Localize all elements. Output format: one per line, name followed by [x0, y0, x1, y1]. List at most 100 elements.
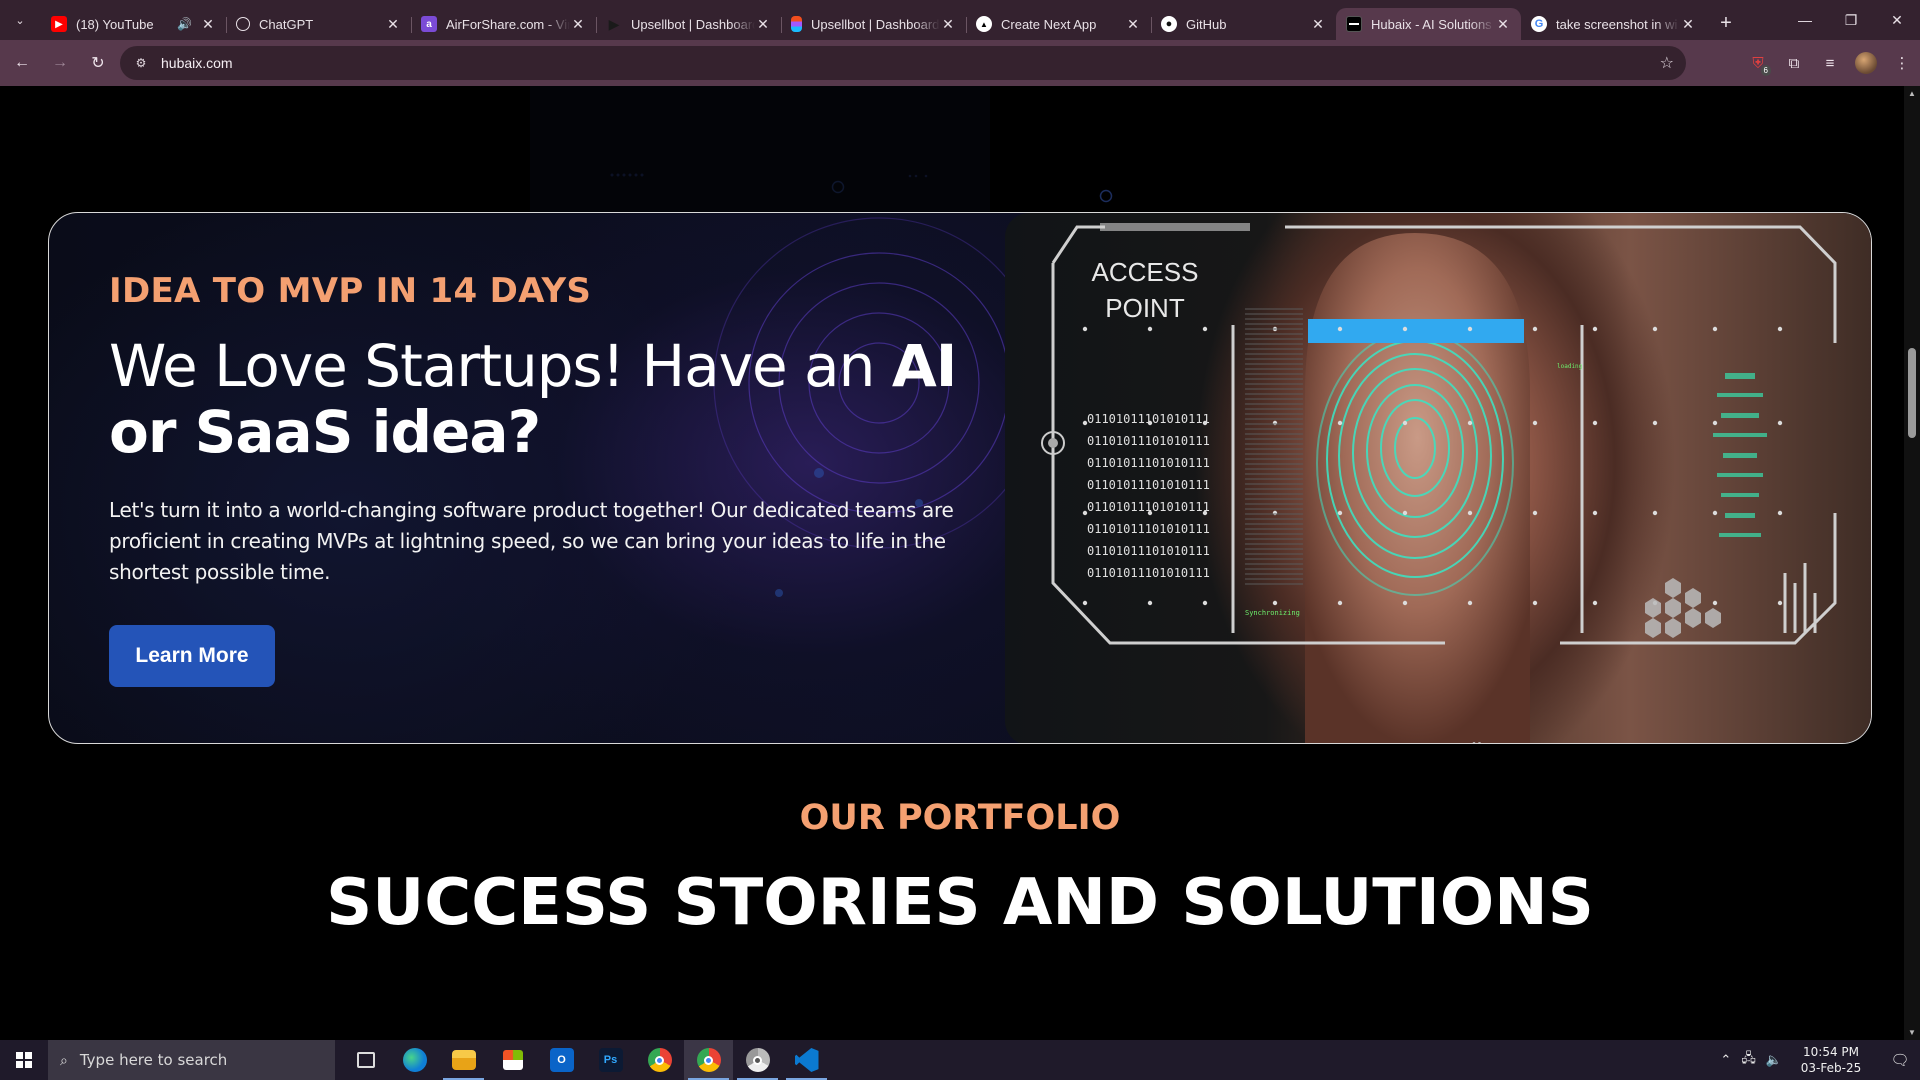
- tab-title: Upsellbot | Dashboard: [811, 16, 940, 32]
- notifications-button[interactable]: 🗨: [1880, 1040, 1920, 1080]
- scrollbar-thumb[interactable]: [1908, 348, 1916, 438]
- chevron-up-icon[interactable]: ⌃: [1720, 1052, 1731, 1068]
- extension-button[interactable]: ⛨ 6: [1740, 46, 1776, 80]
- task-view-button[interactable]: [341, 1040, 390, 1080]
- scroll-down-icon[interactable]: ▼: [1908, 1028, 1916, 1037]
- reload-button[interactable]: ↻: [82, 47, 114, 79]
- taskbar-search-placeholder: Type here to search: [79, 1051, 228, 1069]
- taskbar-clock[interactable]: 10:54 PM 03-Feb-25: [1792, 1044, 1870, 1076]
- forward-button[interactable]: →: [44, 47, 76, 79]
- background-decoration: [530, 86, 1113, 216]
- fingerprint-hud-illustration: ACCESS POINT 01101011101010111 0110101110…: [1041, 223, 1837, 743]
- bookmark-star-icon[interactable]: ☆: [1660, 53, 1674, 73]
- chrome-profile-icon: [696, 1048, 721, 1072]
- tab-github[interactable]: ● GitHub ✕: [1151, 8, 1336, 40]
- github-icon: ●: [1161, 16, 1177, 32]
- hud-binary-line: 01101011101010111: [1087, 522, 1210, 536]
- tab-title: ChatGPT: [259, 16, 314, 32]
- restore-button[interactable]: ❐: [1828, 0, 1874, 40]
- tab-upsellbot-1[interactable]: ▶ Upsellbot | Dashboard ✕: [596, 8, 781, 40]
- site-info-icon[interactable]: ⚙: [130, 52, 152, 74]
- media-queue-icon: ≡: [1825, 54, 1835, 72]
- hud-binary-line: 01101011101010111: [1087, 434, 1210, 448]
- close-icon[interactable]: ✕: [1125, 16, 1141, 32]
- taskbar-chrome[interactable]: [635, 1040, 684, 1080]
- headline-regular-text: We Love Startups! Have an: [109, 332, 892, 400]
- taskbar-outlook[interactable]: O: [537, 1040, 586, 1080]
- tab-youtube[interactable]: ▶ (18) YouTube 🔊 ✕: [41, 8, 226, 40]
- more-vertical-icon: ⋮: [1894, 55, 1910, 72]
- hud-binary-line: 01101011101010111: [1087, 566, 1210, 580]
- hud-loading-text: loading: [1557, 363, 1583, 370]
- tab-title: GitHub: [1186, 16, 1227, 32]
- taskbar-chrome-profile[interactable]: [684, 1040, 733, 1080]
- taskbar-vscode[interactable]: [782, 1040, 831, 1080]
- tab-list: ▶ (18) YouTube 🔊 ✕ ChatGPT ✕ a AirForSha…: [41, 0, 1706, 40]
- tab-search-button[interactable]: ⌄: [7, 7, 33, 33]
- learn-more-button[interactable]: Learn More: [109, 625, 275, 687]
- close-icon[interactable]: ✕: [1495, 16, 1511, 32]
- tab-airforshare[interactable]: a AirForShare.com - Vir ✕: [411, 8, 596, 40]
- extensions-puzzle-button[interactable]: ⧉: [1776, 46, 1812, 80]
- youtube-icon: ▶: [51, 16, 67, 32]
- search-icon: ⌕: [60, 1051, 68, 1068]
- browser-tab-strip: ⌄ ▶ (18) YouTube 🔊 ✕ ChatGPT ✕ a AirForS…: [0, 0, 1920, 40]
- address-bar[interactable]: ⚙ hubaix.com ☆: [120, 46, 1686, 80]
- new-tab-button[interactable]: +: [1712, 9, 1740, 37]
- scroll-up-icon[interactable]: ▲: [1908, 89, 1916, 98]
- close-icon[interactable]: ✕: [1310, 16, 1326, 32]
- close-window-button[interactable]: ✕: [1874, 0, 1920, 40]
- nextjs-icon: ▲: [976, 16, 992, 32]
- close-icon[interactable]: ✕: [570, 16, 586, 32]
- extension-badge: 6: [1760, 65, 1771, 76]
- taskbar-file-explorer[interactable]: [439, 1040, 488, 1080]
- minimize-button[interactable]: —: [1782, 0, 1828, 40]
- windows-taskbar: ⌕ Type here to search O Ps ⌃ 🖧 🔈 10:54 P…: [0, 1040, 1920, 1080]
- airforshare-icon: a: [421, 16, 437, 32]
- google-icon: G: [1531, 16, 1547, 32]
- network-icon[interactable]: 🖧: [1741, 1049, 1756, 1071]
- url-text[interactable]: hubaix.com: [161, 55, 233, 71]
- start-button[interactable]: [0, 1040, 48, 1080]
- browser-menu-button[interactable]: ⋮: [1884, 46, 1920, 80]
- taskbar-photoshop[interactable]: Ps: [586, 1040, 635, 1080]
- browser-toolbar: ← → ↻ ⚙ hubaix.com ☆ ⛨ 6 ⧉ ≡ ⋮: [0, 40, 1920, 86]
- hud-label-line2: POINT: [1105, 293, 1185, 323]
- hero-section: IDEA TO MVP IN 14 DAYS We Love Startups!…: [48, 212, 1872, 744]
- chrome-alt-icon: [745, 1048, 770, 1072]
- back-button[interactable]: ←: [6, 47, 38, 79]
- tab-title: Upsellbot | Dashboard: [631, 16, 755, 32]
- system-tray: ⌃ 🖧 🔈 10:54 PM 03-Feb-25 🗨: [1720, 1040, 1920, 1080]
- page-scrollbar[interactable]: ▲ ▼: [1904, 86, 1920, 1040]
- hud-status-text: Synchronizing: [1245, 609, 1300, 617]
- volume-icon[interactable]: 🔈: [1766, 1052, 1782, 1068]
- tab-hubaix[interactable]: Hubaix - AI Solutions ✕: [1336, 8, 1521, 40]
- figma-icon: [791, 16, 802, 32]
- tab-create-next-app[interactable]: ▲ Create Next App ✕: [966, 8, 1151, 40]
- close-icon[interactable]: ✕: [755, 16, 771, 32]
- tab-chatgpt[interactable]: ChatGPT ✕: [226, 8, 411, 40]
- taskbar-edge[interactable]: [390, 1040, 439, 1080]
- hero-description: Let's turn it into a world-changing soft…: [109, 498, 954, 584]
- close-icon[interactable]: ✕: [1680, 16, 1696, 32]
- taskbar-chrome-alt[interactable]: [733, 1040, 782, 1080]
- taskbar-store[interactable]: [488, 1040, 537, 1080]
- store-icon: [502, 1050, 523, 1070]
- close-icon[interactable]: ✕: [385, 16, 401, 32]
- photoshop-icon: Ps: [598, 1048, 623, 1072]
- fingerprint-access-image: ACCESS POINT 01101011101010111 0110101110…: [1005, 213, 1871, 743]
- folder-icon: [451, 1050, 476, 1070]
- speaker-icon[interactable]: 🔊: [177, 17, 192, 31]
- hud-binary-line: 01101011101010111: [1087, 478, 1210, 492]
- tab-upsellbot-2[interactable]: Upsellbot | Dashboard ✕: [781, 8, 966, 40]
- close-icon[interactable]: ✕: [940, 16, 956, 32]
- profile-button[interactable]: [1848, 46, 1884, 80]
- tab-title: take screenshot in wi: [1556, 16, 1678, 32]
- avatar: [1855, 52, 1877, 74]
- taskbar-search-box[interactable]: ⌕ Type here to search: [48, 1040, 335, 1080]
- tab-google-search[interactable]: G take screenshot in wi ✕: [1521, 8, 1706, 40]
- media-controls-button[interactable]: ≡: [1812, 46, 1848, 80]
- vscode-icon: [794, 1048, 819, 1072]
- task-view-icon: [356, 1052, 375, 1068]
- close-icon[interactable]: ✕: [200, 16, 216, 32]
